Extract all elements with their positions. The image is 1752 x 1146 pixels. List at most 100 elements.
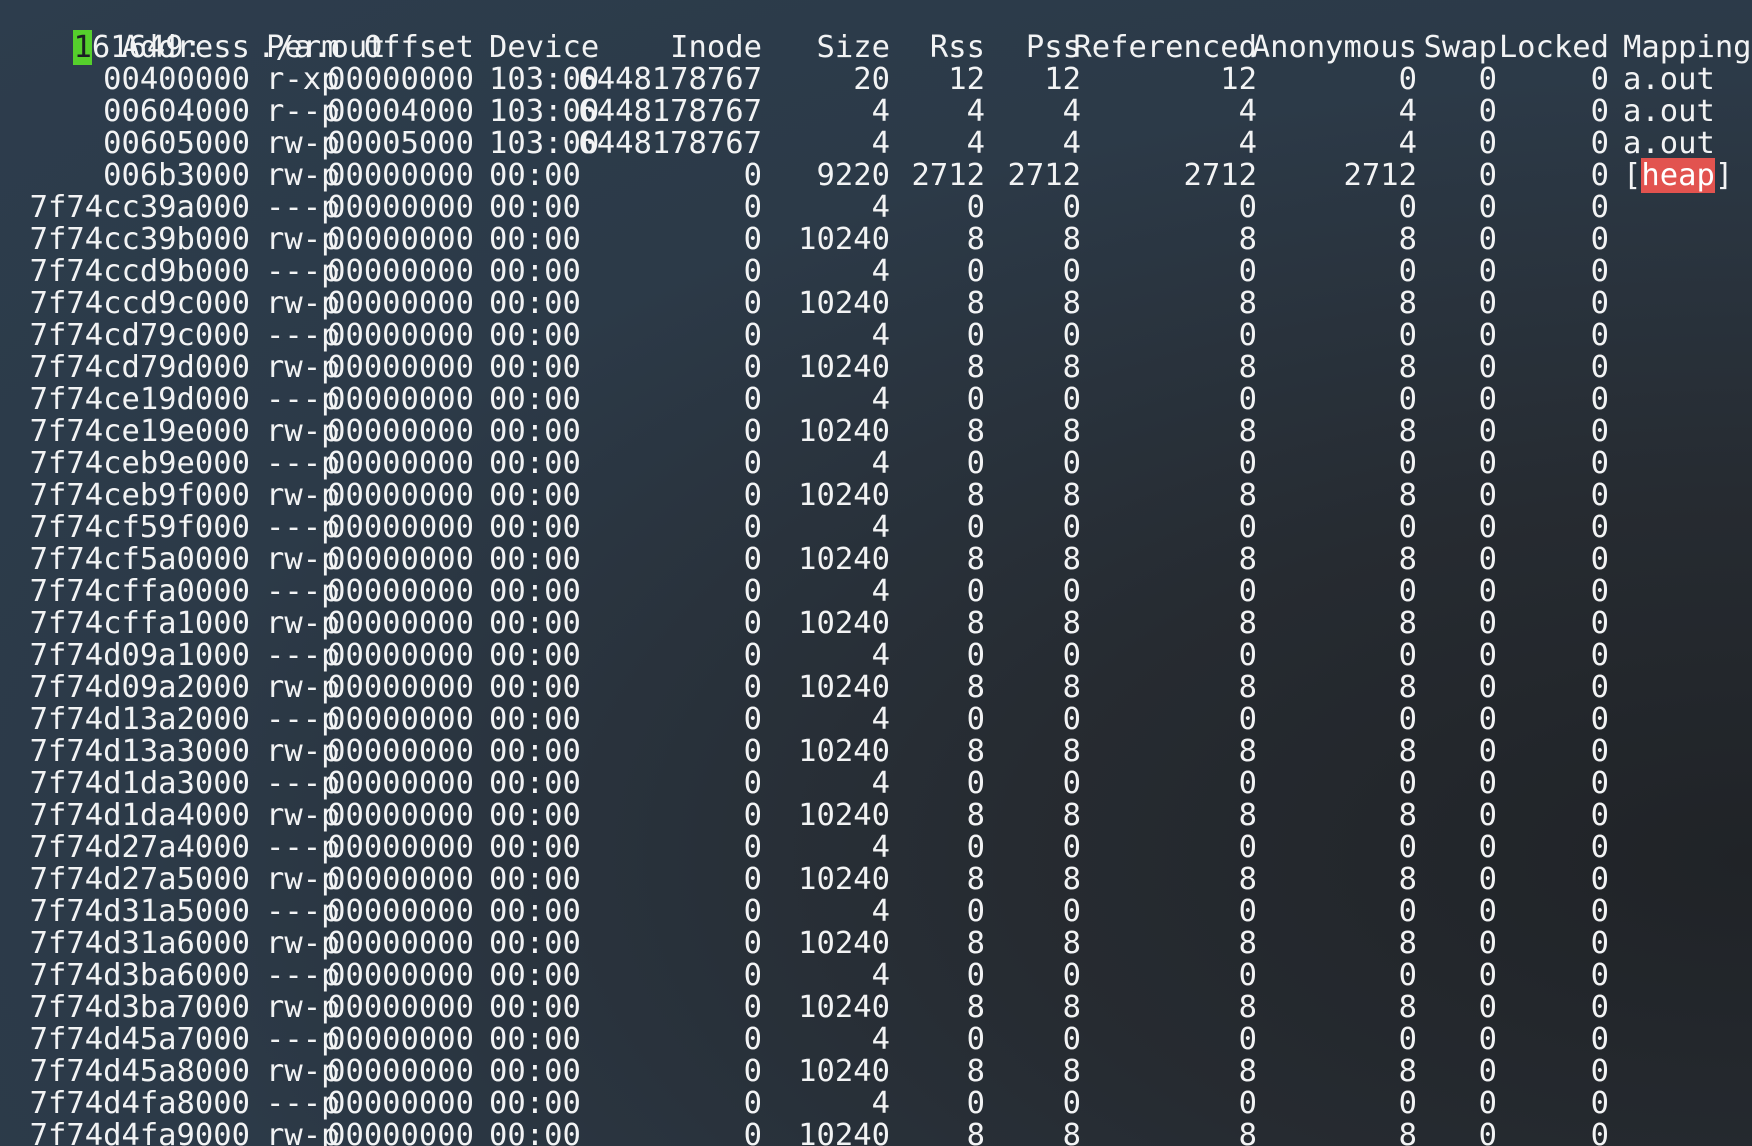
cell-inode: 0 [743,670,762,705]
table-row: 7f74d3ba7000 rw-p 00000000 00:00 0 10240 8 8 8 8 0… [0,992,1752,1024]
cell-offset: 00000000 [327,1086,474,1121]
table-row: 7f74cffa1000 rw-p 00000000 00:00 0 10240 8 8 8 8 0… [0,608,1752,640]
cell-address: 7f74ce19e000 [29,414,250,449]
cell-size: 4 [871,958,890,993]
cell-pss: 8 [1062,734,1081,769]
cell-swap: 0 [1478,1054,1497,1089]
cell-pss: 0 [1062,766,1081,801]
cell-device: 00:00 [489,926,581,961]
cell-size: 4 [871,382,890,417]
cell-swap: 0 [1478,1118,1497,1146]
cell-rss: 0 [966,1086,985,1121]
cell-address: 7f74cffa1000 [29,606,250,641]
cell-anonymous: 8 [1398,926,1417,961]
cell-size: 4 [871,510,890,545]
cell-locked: 0 [1590,62,1609,97]
cell-device: 00:00 [489,318,581,353]
cell-rss: 8 [966,286,985,321]
cell-swap: 0 [1478,670,1497,705]
cell-offset: 00000000 [327,382,474,417]
cell-referenced: 8 [1238,478,1257,513]
cell-swap: 0 [1478,1086,1497,1121]
header-referenced: Referenced [1073,30,1257,65]
cell-pss: 4 [1062,126,1081,161]
cell-offset: 00000000 [327,1022,474,1057]
cell-pss: 8 [1062,862,1081,897]
cell-rss: 0 [966,702,985,737]
cell-pss: 8 [1062,606,1081,641]
cell-anonymous: 8 [1398,862,1417,897]
cell-device: 00:00 [489,830,581,865]
cell-swap: 0 [1478,62,1497,97]
cell-device: 00:00 [489,734,581,769]
cell-pss: 0 [1062,638,1081,673]
cell-offset: 00000000 [327,798,474,833]
cell-referenced: 4 [1238,126,1257,161]
cell-offset: 00000000 [327,638,474,673]
cell-size: 10240 [798,606,890,641]
cell-anonymous: 0 [1398,382,1417,417]
cell-anonymous: 8 [1398,478,1417,513]
cell-locked: 0 [1590,830,1609,865]
cell-address: 7f74d27a4000 [29,830,250,865]
cell-size: 10240 [798,734,890,769]
cell-size: 10240 [798,798,890,833]
cell-inode: 0 [743,350,762,385]
cell-offset: 00000000 [327,190,474,225]
cell-inode: 0 [743,190,762,225]
cell-pss: 0 [1062,318,1081,353]
cell-locked: 0 [1590,574,1609,609]
cell-referenced: 12 [1220,62,1257,97]
cell-locked: 0 [1590,734,1609,769]
cell-offset: 00004000 [327,94,474,129]
cell-pss: 0 [1062,702,1081,737]
cell-swap: 0 [1478,414,1497,449]
cell-address: 7f74d13a2000 [29,702,250,737]
cell-size: 4 [871,1022,890,1057]
cell-device: 00:00 [489,510,581,545]
cell-address: 7f74cf59f000 [29,510,250,545]
cell-referenced: 0 [1238,574,1257,609]
cell-rss: 8 [966,926,985,961]
cell-anonymous: 8 [1398,350,1417,385]
cell-address: 00400000 [103,62,250,97]
cell-size: 10240 [798,1118,890,1146]
cell-anonymous: 0 [1398,1022,1417,1057]
cell-inode: 0 [743,606,762,641]
cell-anonymous: 4 [1398,94,1417,129]
cell-swap: 0 [1478,606,1497,641]
cell-anonymous: 8 [1398,1054,1417,1089]
cell-swap: 0 [1478,862,1497,897]
cell-pss: 8 [1062,222,1081,257]
cell-pss: 4 [1062,94,1081,129]
cell-address: 7f74d3ba6000 [29,958,250,993]
cell-inode: 0 [743,254,762,289]
cell-pss: 8 [1062,542,1081,577]
cell-mapping: a.out [1623,62,1715,97]
cell-address: 7f74d45a7000 [29,1022,250,1057]
cell-anonymous: 0 [1398,190,1417,225]
terminal-window[interactable]: 161649: ./a.out Address Perm Offset Device I… [0,0,1752,1146]
cell-device: 00:00 [489,286,581,321]
header-locked: Locked [1498,30,1609,65]
cell-rss: 0 [966,510,985,545]
cell-pss: 8 [1062,286,1081,321]
cell-rss: 0 [966,1022,985,1057]
cell-swap: 0 [1478,510,1497,545]
cell-swap: 0 [1478,190,1497,225]
table-row: 7f74ccd9b000 ---p 00000000 00:00 0 4 0 0 0 0 0 0 [0,256,1752,288]
cell-size: 10240 [798,926,890,961]
cell-pss: 2712 [1007,158,1081,193]
table-row: 7f74d4fa8000 ---p 00000000 00:00 0 4 0 0 0 0 0 0 [0,1088,1752,1120]
cell-inode: 6448178767 [578,62,762,97]
cell-inode: 0 [743,926,762,961]
cell-address: 7f74cd79c000 [29,318,250,353]
cell-address: 7f74d4fa8000 [29,1086,250,1121]
cell-inode: 0 [743,382,762,417]
cell-address: 7f74d31a5000 [29,894,250,929]
cell-referenced: 8 [1238,222,1257,257]
cell-offset: 00000000 [327,574,474,609]
cell-referenced: 8 [1238,1054,1257,1089]
cell-offset: 00000000 [327,286,474,321]
cell-address: 006b3000 [103,158,250,193]
